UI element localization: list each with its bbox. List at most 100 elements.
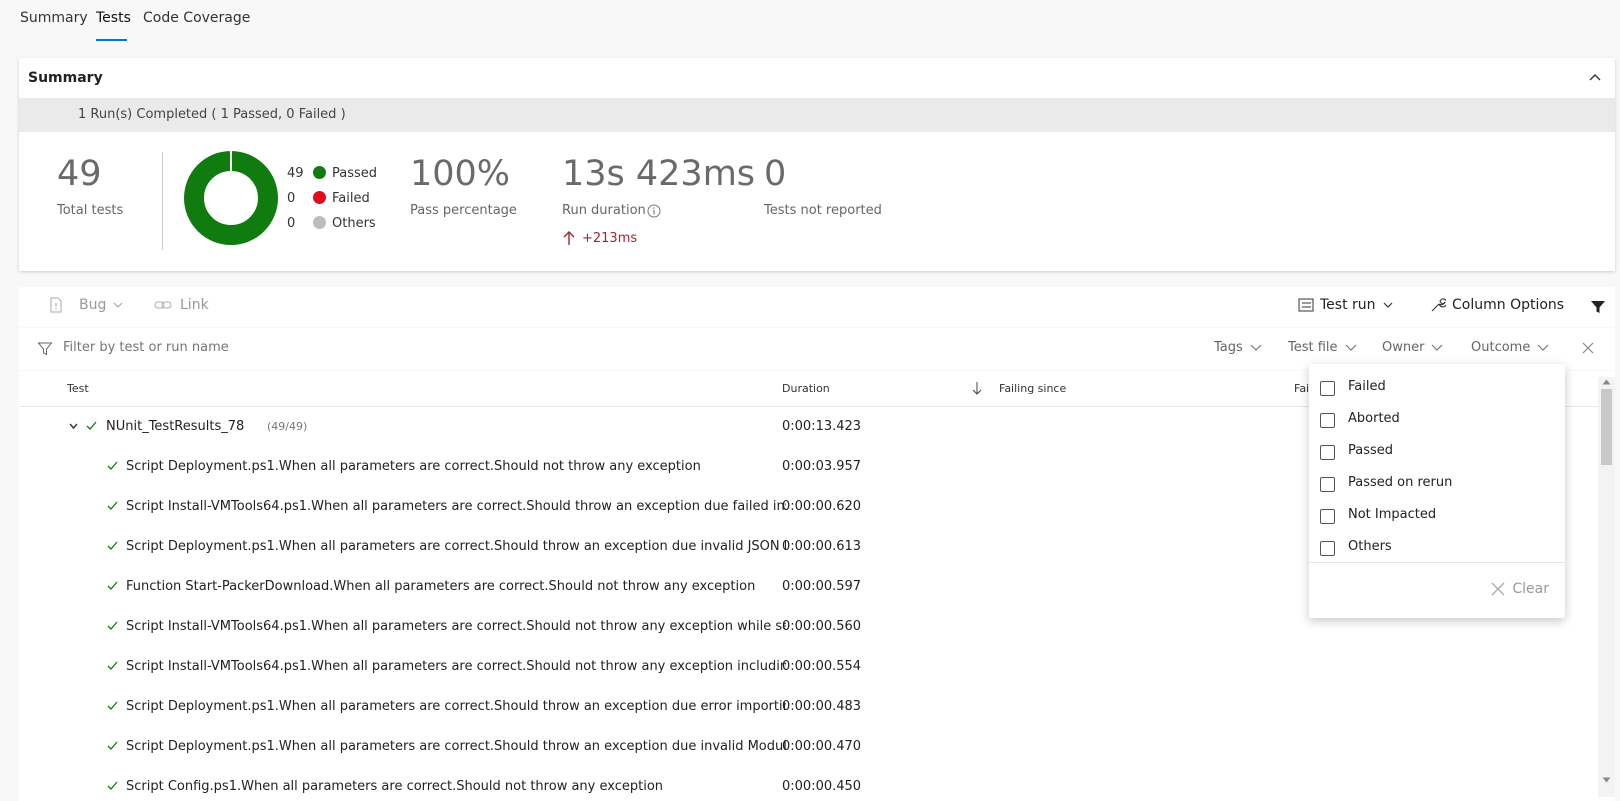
scroll-down-icon[interactable]	[1602, 777, 1611, 783]
checkbox[interactable]	[1320, 509, 1335, 524]
check-icon	[107, 661, 118, 670]
check-icon	[107, 741, 118, 750]
test-duration: 0:00:03.957	[782, 459, 862, 474]
outcome-option[interactable]: Others	[1309, 532, 1565, 564]
column-header-duration[interactable]: Duration	[782, 382, 830, 395]
filter-outline-icon	[37, 342, 53, 356]
chevron-down-icon	[1250, 344, 1262, 351]
outcome-option-label: Others	[1348, 539, 1392, 554]
link-icon	[154, 301, 172, 309]
checkbox[interactable]	[1320, 381, 1335, 396]
passed-dot-icon	[313, 166, 326, 179]
test-duration: 0:00:00.560	[782, 619, 862, 634]
test-name: Function Start-PackerDownload.When all p…	[126, 579, 756, 594]
active-tab-indicator	[96, 39, 127, 41]
not-reported-label: Tests not reported	[764, 203, 882, 218]
outcome-option[interactable]: Not Impacted	[1309, 500, 1565, 532]
check-icon	[107, 461, 118, 470]
run-duration-label: Run duration	[562, 203, 646, 218]
chevron-down-icon[interactable]	[68, 421, 79, 432]
test-name: Script Deployment.ps1.When all parameter…	[126, 459, 701, 474]
test-name: Script Deployment.ps1.When all parameter…	[126, 699, 786, 714]
outcome-option[interactable]: Passed on rerun	[1309, 468, 1565, 500]
table-row[interactable]: Script Install-VMTools64.ps1.When all pa…	[19, 647, 1615, 687]
dropdown-divider	[1309, 562, 1565, 563]
tags-filter-label: Tags	[1214, 340, 1243, 355]
owner-filter-dropdown[interactable]: Owner	[1382, 340, 1444, 355]
test-run-label: Test run	[1320, 297, 1376, 313]
chevron-down-icon	[1537, 344, 1549, 351]
legend-passed-count: 49	[287, 166, 304, 181]
test-duration: 0:00:00.450	[782, 779, 862, 794]
legend-failed-count: 0	[287, 191, 296, 206]
checkbox[interactable]	[1320, 413, 1335, 428]
checkbox[interactable]	[1320, 445, 1335, 460]
check-icon	[107, 501, 118, 510]
run-duration-delta: +213ms	[582, 231, 638, 246]
group-count: (49/49)	[267, 420, 308, 433]
check-icon	[107, 701, 118, 710]
table-row[interactable]: Script Deployment.ps1.When all parameter…	[19, 687, 1615, 727]
group-name: NUnit_TestResults_78	[106, 419, 245, 434]
bug-button-label: Bug	[79, 297, 107, 313]
test-duration: 0:00:00.613	[782, 539, 862, 554]
summary-divider	[162, 152, 163, 250]
total-tests-value: 49	[57, 154, 102, 194]
scroll-thumb[interactable]	[1601, 389, 1612, 465]
not-reported-value: 0	[764, 154, 787, 194]
grid-scrollbar[interactable]	[1598, 377, 1615, 797]
run-duration-value: 13s 423ms	[562, 154, 756, 194]
link-button[interactable]: Link	[154, 297, 209, 313]
test-name: Script Install-VMTools64.ps1.When all pa…	[126, 659, 786, 674]
table-row[interactable]: Script Config.ps1.When all parameters ar…	[19, 767, 1615, 801]
test-run-dropdown[interactable]: Test run	[1298, 297, 1394, 313]
total-tests-label: Total tests	[57, 203, 124, 218]
check-icon	[107, 541, 118, 550]
document-icon	[50, 297, 62, 313]
scroll-up-icon[interactable]	[1602, 379, 1611, 385]
legend-passed-label: Passed	[332, 166, 378, 181]
outcome-filter-label: Outcome	[1471, 340, 1531, 355]
run-status-bar: 1 Run(s) Completed ( 1 Passed, 0 Failed …	[19, 98, 1615, 132]
outcome-donut-chart	[184, 151, 278, 245]
test-duration: 0:00:00.470	[782, 739, 862, 754]
check-icon	[107, 781, 118, 790]
clear-button[interactable]: Clear	[1490, 581, 1549, 597]
close-icon[interactable]	[1581, 341, 1595, 355]
sort-descending-icon[interactable]	[972, 381, 982, 395]
outcome-option-label: Passed on rerun	[1348, 475, 1453, 490]
summary-card: Summary 1 Run(s) Completed ( 1 Passed, 0…	[19, 58, 1615, 271]
legend-others-label: Others	[332, 216, 376, 231]
info-icon[interactable]	[647, 204, 661, 218]
column-options-button[interactable]: Column Options	[1430, 297, 1564, 313]
outcome-option-label: Failed	[1348, 379, 1386, 394]
chevron-up-icon[interactable]	[1587, 69, 1603, 85]
column-header-test[interactable]: Test	[67, 382, 89, 395]
test-file-filter-dropdown[interactable]: Test file	[1288, 340, 1358, 355]
outcome-option[interactable]: Passed	[1309, 436, 1565, 468]
others-dot-icon	[313, 216, 326, 229]
bug-button[interactable]: Bug	[49, 297, 124, 313]
chevron-down-icon	[1383, 302, 1392, 308]
filter-input[interactable]	[61, 339, 365, 356]
tab-tests[interactable]: Tests	[96, 10, 131, 26]
column-header-failing-build[interactable]: Fai	[1294, 382, 1309, 395]
filter-icon[interactable]	[1590, 299, 1606, 315]
table-row[interactable]: Script Deployment.ps1.When all parameter…	[19, 727, 1615, 767]
checkbox[interactable]	[1320, 477, 1335, 492]
test-duration: 0:00:00.597	[782, 579, 862, 594]
clear-button-label: Clear	[1512, 581, 1549, 597]
checkbox[interactable]	[1320, 541, 1335, 556]
results-toolbar: Bug Link Test run Column Options	[19, 287, 1615, 327]
link-button-label: Link	[180, 297, 209, 313]
donut-passed-ring	[184, 151, 278, 245]
outcome-option[interactable]: Aborted	[1309, 404, 1565, 436]
column-header-failing-since[interactable]: Failing since	[999, 382, 1066, 395]
failed-dot-icon	[313, 191, 326, 204]
outcome-option[interactable]: Failed	[1309, 372, 1565, 404]
outcome-filter-dropdown[interactable]: Outcome	[1471, 340, 1550, 355]
tags-filter-dropdown[interactable]: Tags	[1214, 340, 1263, 355]
tab-code-coverage[interactable]: Code Coverage	[143, 10, 250, 26]
legend-others-count: 0	[287, 216, 296, 231]
tab-summary[interactable]: Summary	[20, 10, 88, 26]
